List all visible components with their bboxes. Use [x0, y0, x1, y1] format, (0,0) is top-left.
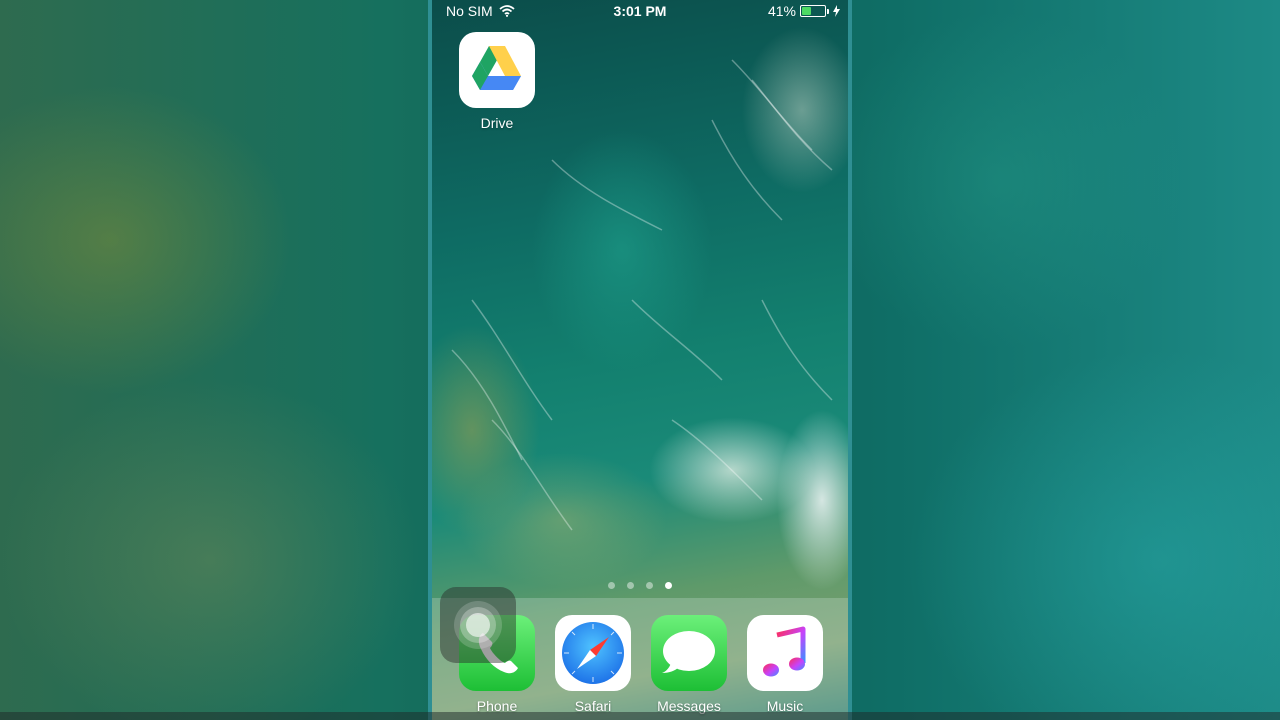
battery-fill: [802, 7, 811, 15]
dock-app-safari[interactable]: Safari: [548, 615, 638, 714]
status-right: 41%: [768, 3, 840, 19]
page-dot-current: [665, 582, 672, 589]
app-label-drive: Drive: [480, 115, 514, 131]
assistive-touch-icon[interactable]: [440, 587, 516, 663]
phone-screen: No SIM 3:01 PM 41% Drive Phone Safari Me…: [432, 0, 848, 720]
assistive-ring-inner: [466, 613, 490, 637]
video-bottom-bar: [0, 712, 1280, 720]
safari-compass-icon: [555, 615, 631, 691]
app-drive[interactable]: Drive: [452, 32, 542, 131]
google-drive-icon: [459, 32, 535, 108]
messages-bubble-icon: [651, 615, 727, 691]
charging-bolt-icon: [833, 5, 840, 17]
dock-app-music[interactable]: Music: [740, 615, 830, 714]
page-dot: [627, 582, 634, 589]
page-dot: [646, 582, 653, 589]
status-bar: No SIM 3:01 PM 41%: [432, 0, 848, 22]
battery-percent: 41%: [767, 3, 796, 19]
battery-cap: [827, 8, 829, 14]
battery-icon: [800, 5, 826, 17]
page-dot: [608, 582, 615, 589]
music-note-icon: [747, 615, 823, 691]
dock-app-messages[interactable]: Messages: [644, 615, 734, 714]
